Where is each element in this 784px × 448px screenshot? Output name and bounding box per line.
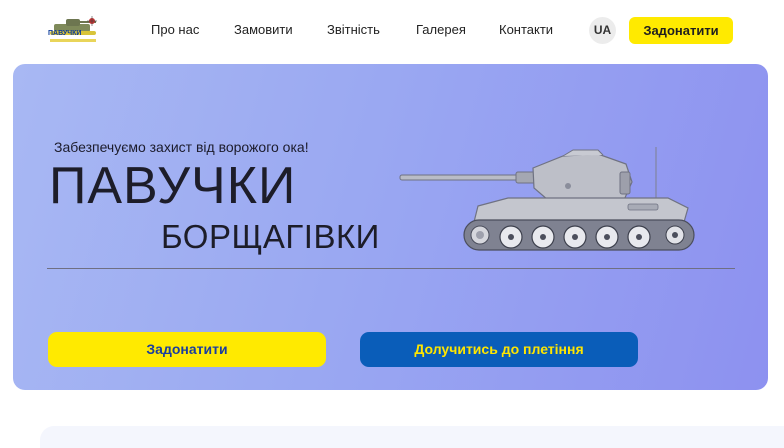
nav-item-order[interactable]: Замовити — [234, 22, 293, 37]
tank-illustration — [399, 147, 695, 251]
logo[interactable]: ПАВУЧКИ — [46, 14, 104, 46]
logo-text: ПАВУЧКИ — [48, 30, 82, 37]
hero-title-line1: ПАВУЧКИ — [49, 157, 297, 215]
site-header: ПАВУЧКИ Про нас Замовити Звітність Галер… — [0, 0, 784, 62]
next-section — [40, 426, 784, 448]
language-switcher[interactable]: UA — [589, 17, 616, 44]
hero-tagline: Забезпечуємо захист від ворожого ока! — [54, 139, 309, 155]
nav-item-contacts[interactable]: Контакти — [499, 22, 553, 37]
hero-banner: Забезпечуємо захист від ворожого ока! ПА… — [13, 64, 768, 390]
hero-title-line2: БОРЩАГІВКИ — [161, 218, 380, 255]
join-weaving-button[interactable]: Долучитись до плетіння — [360, 332, 638, 367]
donate-button-header[interactable]: Задонатити — [629, 17, 733, 44]
nav-item-gallery[interactable]: Галерея — [416, 22, 466, 37]
nav-item-about[interactable]: Про нас — [151, 22, 199, 37]
hero-divider — [47, 268, 735, 269]
donate-button[interactable]: Задонатити — [48, 332, 326, 367]
nav-item-reports[interactable]: Звітність — [327, 22, 380, 37]
